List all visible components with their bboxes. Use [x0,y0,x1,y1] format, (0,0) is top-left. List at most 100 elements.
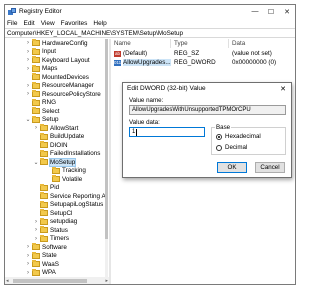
value-row[interactable]: ab (Default) REG_SZ (value not set) [111,49,295,58]
value-data-input[interactable]: 1 [129,127,205,137]
collapse-chevron-icon[interactable]: ⌄ [25,116,31,124]
column-header-type[interactable]: Type [171,39,229,48]
tree-item-resourcemanager[interactable]: › ResourceManager [25,81,94,91]
tree-item-setupdiag[interactable]: › setupdiag [33,217,77,227]
expand-chevron-icon[interactable]: › [33,218,39,226]
expand-chevron-icon[interactable]: › [33,235,39,243]
folder-icon [32,98,40,106]
scroll-right-arrow-icon[interactable]: ▸ [105,278,108,284]
tree-item-resourcepolicystore[interactable]: › ResourcePolicyStore [25,90,101,99]
tree-item-setup[interactable]: ⌄ Setup [25,115,58,125]
menu-bar: File Edit View Favorites Help [5,18,295,28]
menu-edit[interactable]: Edit [23,20,34,27]
title-bar[interactable]: Registry Editor — ☐ ✕ [5,5,295,18]
folder-icon [40,234,48,242]
address-bar[interactable]: Computer\HKEY_LOCAL_MACHINE\SYSTEM\Setup… [5,28,295,38]
maximize-button[interactable]: ☐ [263,5,279,18]
folder-icon [32,81,40,89]
value-name-cell: 011 AllowUpgrades... [114,58,171,67]
value-row[interactable]: 011 AllowUpgrades... REG_DWORD 0x0000000… [111,58,295,67]
menu-favorites[interactable]: Favorites [61,20,88,27]
tree-item-wpa[interactable]: › WPA [25,268,56,278]
tree-item-hardwareconfig[interactable]: › HardwareConfig [25,39,88,48]
expand-chevron-icon[interactable]: › [25,39,31,47]
tree-item-waas[interactable]: › WaaS [25,260,59,269]
folder-icon [32,90,40,98]
tree-item-maps[interactable]: › Maps [25,64,58,74]
radio-unselected-icon[interactable] [216,144,222,151]
tree-item-state[interactable]: › State [25,251,57,261]
expand-chevron-icon[interactable]: › [25,82,31,90]
scroll-left-arrow-icon[interactable]: ◂ [6,278,9,284]
tree-item-mounteddevices[interactable]: MountedDevices [25,73,89,82]
expand-chevron-icon[interactable]: › [25,243,31,251]
expand-chevron-icon[interactable]: › [33,226,39,234]
expand-chevron-icon[interactable]: › [25,56,31,64]
tree-item-software[interactable]: › Software [25,243,67,252]
expand-chevron-icon[interactable]: › [25,48,31,56]
tree-item-setupapilogstatus[interactable]: SetupapiLogStatus [33,200,104,210]
minimize-button[interactable]: — [247,5,263,18]
tree-item-label: AllowStart [50,124,79,132]
expand-chevron-icon[interactable]: › [25,90,31,98]
tree-item-volatile[interactable]: Volatile [45,175,82,184]
menu-help[interactable]: Help [93,20,106,27]
collapse-chevron-icon[interactable]: ⌄ [33,158,39,166]
tree-item-buildupdate[interactable]: BuildUpdate [33,132,84,142]
tree-item-pid[interactable]: Pid [33,183,59,193]
folder-icon [40,141,48,149]
dialog-close-button[interactable]: ✕ [277,84,289,93]
expand-chevron-icon[interactable]: › [25,252,31,260]
folder-icon [32,115,40,123]
folder-icon [52,166,60,174]
menu-view[interactable]: View [41,20,55,27]
tree-horizontal-scrollbar[interactable]: ◂ ▸ [5,277,109,284]
close-button[interactable]: ✕ [279,5,295,18]
column-header-data[interactable]: Data [229,39,295,48]
folder-icon [40,209,48,217]
tree-item-mosetup[interactable]: ⌄ MoSetup [33,157,77,167]
hexadecimal-radio[interactable]: Hexadecimal [216,133,261,140]
value-name-field[interactable]: AllowUpgradesWithUnsupportedTPMOrCPU [129,105,286,115]
registry-editor-icon [8,7,16,16]
tree-item-label: State [42,252,57,260]
cancel-button[interactable]: Cancel [255,162,285,173]
folder-icon [32,251,40,259]
tree-item-select[interactable]: Select [25,107,60,116]
expand-chevron-icon[interactable]: › [25,65,31,73]
tree-item-input[interactable]: › Input [25,47,57,57]
tree-item-allowstart[interactable]: › AllowStart [33,124,78,133]
tree-item-label: FailedInstallations [50,150,101,158]
tree-item-label: Maps [42,65,58,73]
tree-item-rng[interactable]: RNG [25,98,56,108]
tree-item-tracking[interactable]: Tracking [45,166,86,176]
tree-scroll-thumb[interactable] [105,39,108,239]
expand-chevron-icon[interactable]: › [25,269,31,277]
dialog-title[interactable]: Edit DWORD (32-bit) Value [123,83,291,94]
registry-editor-window: Registry Editor — ☐ ✕ File Edit View Fav… [4,4,296,285]
tree-item-label: SetupapiLogStatus [50,201,104,209]
tree-item-label: Input [42,48,57,56]
tree-item-timers[interactable]: › Timers [33,234,70,244]
expand-chevron-icon[interactable]: › [33,124,39,132]
decimal-radio[interactable]: Decimal [216,144,247,151]
tree-item-status[interactable]: › Status [33,226,68,235]
radio-selected-icon[interactable] [216,133,222,140]
tree-item-service-reporting-a[interactable]: Service Reporting A [33,192,106,201]
ok-button[interactable]: OK [217,162,247,173]
column-header-name[interactable]: Name [111,39,171,48]
tree-vertical-scrollbar[interactable] [105,39,108,277]
tree-item-label: Timers [50,235,70,243]
tree-item-failedinstallations[interactable]: FailedInstallations [33,149,101,159]
tree-item-dioin[interactable]: DIOIN [33,141,68,150]
dword-value-icon: 011 [114,59,122,66]
tree-hscroll-thumb[interactable] [13,279,87,283]
tree-item-keyboard-layout[interactable]: › Keyboard Layout [25,56,90,65]
folder-icon [40,132,48,140]
tree-item-setupcl[interactable]: SetupCl [33,209,72,218]
expand-chevron-icon[interactable]: › [25,260,31,268]
menu-file[interactable]: File [7,20,17,27]
